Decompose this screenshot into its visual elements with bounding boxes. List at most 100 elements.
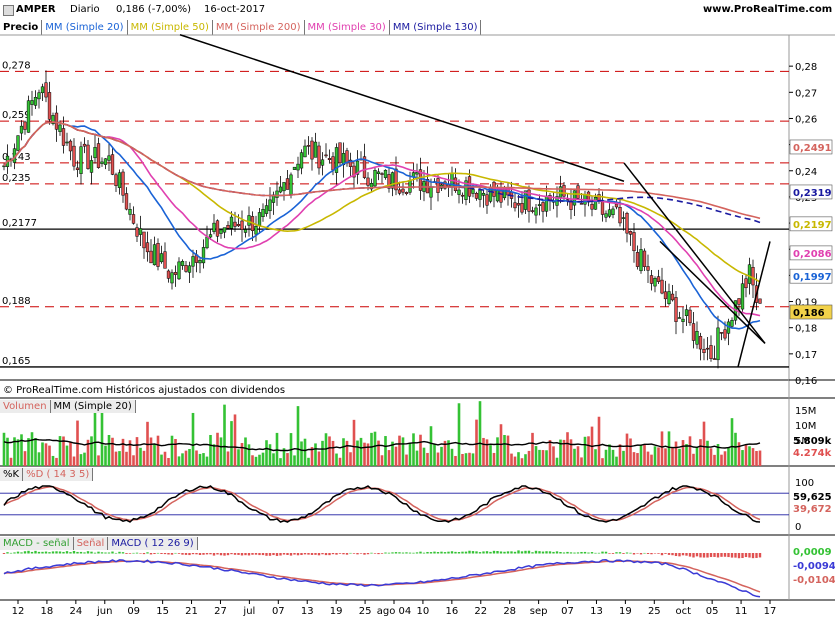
volume-bar[interactable] [412,433,415,466]
candle-body[interactable] [660,279,664,294]
candle-body[interactable] [16,135,20,151]
trendline-down[interactable] [179,34,625,182]
volume-bar[interactable] [303,438,307,466]
volume-bar[interactable] [485,439,489,466]
candle-body[interactable] [590,203,594,210]
candle-body[interactable] [747,264,752,284]
candle-body[interactable] [460,194,465,197]
volume-bar[interactable] [695,446,699,466]
candles[interactable] [2,70,762,369]
macd-histogram-bar[interactable] [667,553,671,555]
macd-histogram-bar[interactable] [699,553,702,558]
candle-body[interactable] [166,270,171,279]
candle-body[interactable] [621,217,626,219]
candle-body[interactable] [656,276,661,282]
macd-histogram-bar[interactable] [328,553,331,556]
macd-histogram-bar[interactable] [370,552,373,554]
macd-histogram-bar[interactable] [636,553,639,554]
macd-histogram-bar[interactable] [216,553,219,555]
candle-body[interactable] [2,165,6,168]
candle-body[interactable] [180,261,185,266]
volume-bar[interactable] [678,448,681,466]
volume-bar[interactable] [142,450,146,466]
macd-histogram-bar[interactable] [398,552,401,554]
candle-body[interactable] [324,154,328,157]
macd-histogram-bar[interactable] [433,551,436,554]
macd-histogram-bar[interactable] [48,552,51,554]
candle-body[interactable] [33,97,38,106]
macd-histogram-bar[interactable] [20,552,23,554]
macd-histogram-bar[interactable] [51,551,55,554]
macd-histogram-bar[interactable] [86,551,90,554]
macd-histogram-bar[interactable] [489,551,492,554]
volume-bar[interactable] [198,453,202,466]
volume-bar[interactable] [755,450,758,466]
volume-bar[interactable] [90,436,93,466]
candle-body[interactable] [618,207,622,224]
volume-bar[interactable] [524,454,527,466]
candle-body[interactable] [275,190,279,198]
volume-bar[interactable] [79,454,83,466]
volume-bar[interactable] [265,440,268,466]
macd-histogram-bar[interactable] [282,553,286,555]
volume-bar[interactable] [492,452,496,466]
macd-histogram-bar[interactable] [160,553,163,555]
macd-histogram-bar[interactable] [240,553,244,556]
volume-bar[interactable] [300,441,303,466]
price-panel[interactable]: 0,2780,2590,2430,2350,21770,1880,165 [0,34,789,369]
candle-body[interactable] [520,203,524,213]
macd-histogram-bar[interactable] [335,553,338,555]
volume-bar[interactable] [580,457,583,466]
macd-histogram-bar[interactable] [279,553,282,556]
volume-bar[interactable] [370,432,373,466]
volume-bar[interactable] [653,446,657,466]
volume-bar[interactable] [433,444,436,466]
volume-bar[interactable] [625,433,629,466]
macd-histogram-bar[interactable] [394,552,398,554]
candle-body[interactable] [429,186,433,198]
macd-histogram-bar[interactable] [356,553,359,555]
volume-bar[interactable] [41,442,44,466]
volume-bar[interactable] [622,450,625,466]
volume-bar[interactable] [615,456,618,466]
candle-body[interactable] [131,214,136,224]
volume-bar[interactable] [548,440,552,466]
volume-bar[interactable] [331,440,335,466]
macd-histogram-bar[interactable] [513,551,517,554]
macd-histogram-bar[interactable] [727,553,730,558]
macd-histogram-bar[interactable] [576,552,580,554]
candle-body[interactable] [737,298,741,305]
candle-body[interactable] [541,202,545,212]
volume-bar[interactable] [387,450,391,466]
volume-bar[interactable] [184,450,188,466]
candle-body[interactable] [383,169,388,178]
macd-histogram-bar[interactable] [555,551,559,554]
candle-body[interactable] [72,145,76,167]
candle-body[interactable] [187,265,192,273]
macd-histogram-bar[interactable] [384,552,387,554]
volume-bar[interactable] [496,437,499,466]
volume-bar[interactable] [506,435,510,466]
macd-histogram-bar[interactable] [125,553,128,554]
macd-histogram-bar[interactable] [100,552,104,554]
candle-body[interactable] [677,317,682,319]
macd-histogram-bar[interactable] [97,551,100,554]
macd-histogram-bar[interactable] [755,553,758,558]
volume-bar[interactable] [139,447,142,466]
macd-histogram-bar[interactable] [307,553,310,555]
macd-signal-line[interactable] [3,560,761,593]
volume-bar[interactable] [573,448,576,466]
volume-bar[interactable] [552,446,555,466]
volume-bar[interactable] [107,434,111,466]
macd-histogram-bar[interactable] [251,553,254,555]
volume-bar[interactable] [65,445,69,466]
macd-histogram-bar[interactable] [331,553,335,555]
volume-bar[interactable] [9,457,13,466]
macd-histogram-bar[interactable] [538,551,541,554]
volume-bar[interactable] [125,451,128,466]
candle-body[interactable] [26,100,31,133]
volume-bar[interactable] [69,441,72,466]
candle-body[interactable] [37,92,41,100]
candle-body[interactable] [243,229,248,233]
candle-body[interactable] [177,261,181,280]
